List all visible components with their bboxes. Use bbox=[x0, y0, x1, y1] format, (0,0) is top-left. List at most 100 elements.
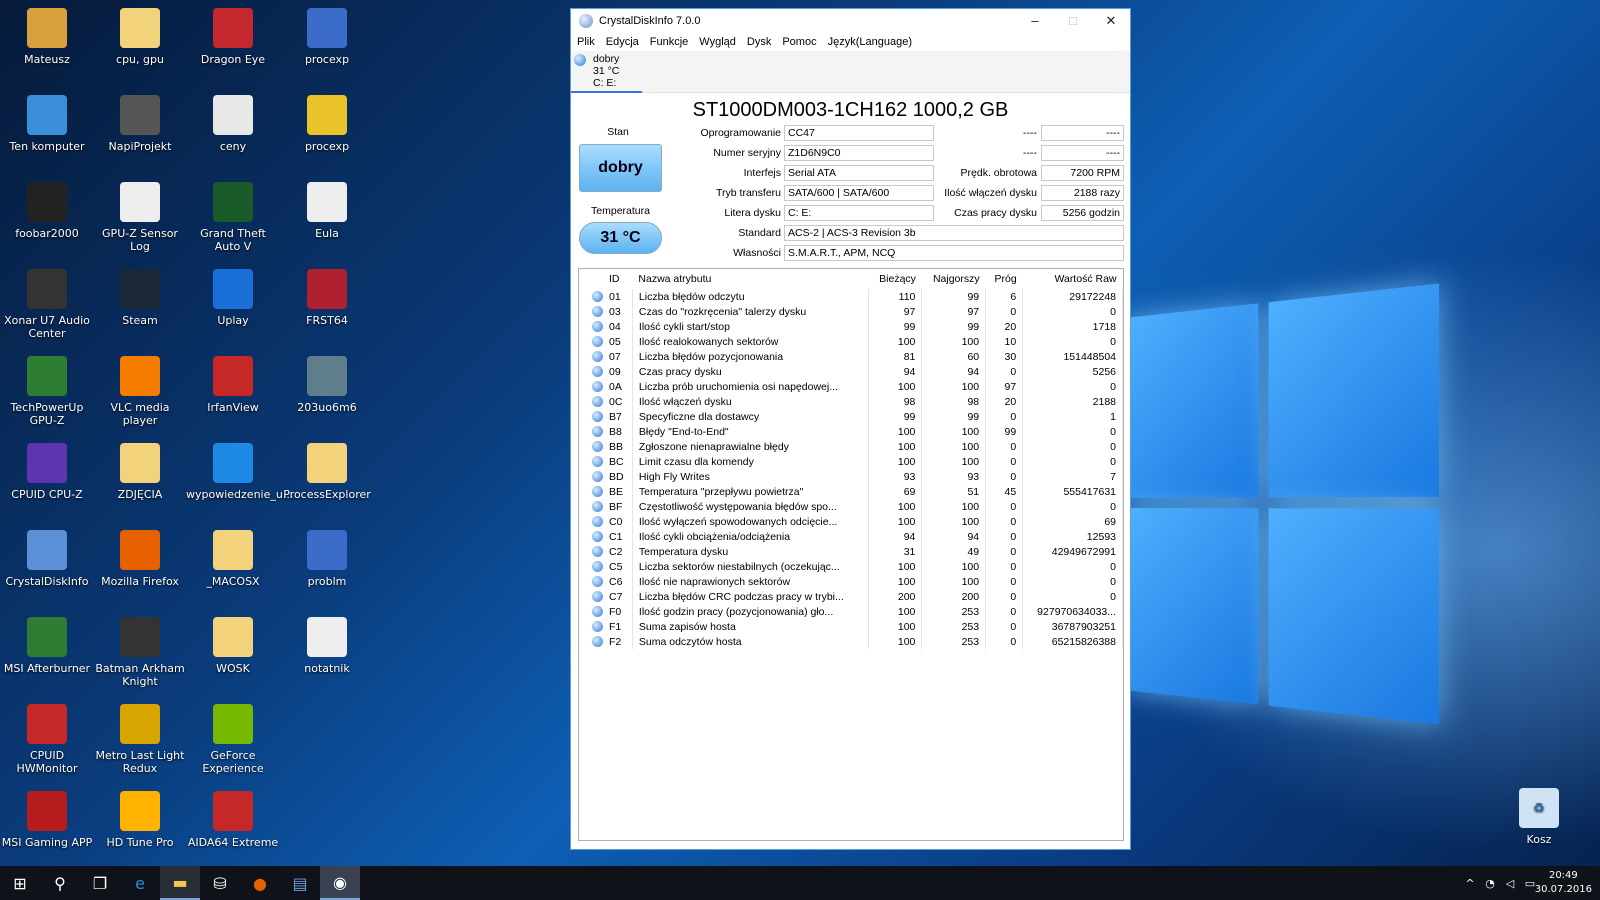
network-icon[interactable]: ◔ bbox=[1480, 866, 1500, 900]
tray-clock[interactable]: 20:49 30.07.2016 bbox=[1535, 869, 1592, 897]
disk-tab[interactable]: dobry 31 °C C: E: bbox=[571, 51, 642, 93]
desktop-icon[interactable]: Mozilla Firefox bbox=[93, 530, 187, 588]
desktop-icon[interactable]: Uplay bbox=[186, 269, 280, 327]
desktop-icon[interactable]: FRST64 bbox=[280, 269, 374, 327]
smart-row[interactable]: F1 Suma zapisów hosta 100 253 0 36787903251 bbox=[579, 619, 1123, 634]
firefox-icon[interactable]: ● bbox=[240, 866, 280, 900]
menu-item[interactable]: Dysk bbox=[747, 36, 771, 48]
menu-item[interactable]: Język(Language) bbox=[828, 36, 912, 48]
desktop-icon[interactable]: MSI Gaming APP bbox=[0, 791, 94, 849]
store-icon[interactable]: ⛁ bbox=[200, 866, 240, 900]
col-threshold[interactable]: Próg bbox=[986, 269, 1023, 289]
col-name[interactable]: Nazwa atrybutu bbox=[632, 269, 869, 289]
smart-row[interactable]: BC Limit czasu dla komendy 100 100 0 0 bbox=[579, 454, 1123, 469]
smart-table[interactable]: ID Nazwa atrybutu Bieżący Najgorszy Próg… bbox=[578, 268, 1124, 841]
desktop-icon[interactable]: ceny bbox=[186, 95, 280, 153]
col-current[interactable]: Bieżący bbox=[869, 269, 922, 289]
smart-row[interactable]: 0A Liczba prób uruchomienia osi napędowej… bbox=[579, 379, 1123, 394]
desktop-icon[interactable]: Ten komputer bbox=[0, 95, 94, 153]
tray-chevron-icon[interactable]: ^ bbox=[1460, 866, 1480, 900]
desktop-icon[interactable]: cpu, gpu bbox=[93, 8, 187, 66]
desktop-icon[interactable]: CPUID HWMonitor bbox=[0, 704, 94, 775]
desktop-icon[interactable]: GeForce Experience bbox=[186, 704, 280, 775]
crystaldiskinfo-taskbar-icon[interactable]: ◉ bbox=[320, 866, 360, 900]
health-status-button[interactable]: dobry bbox=[579, 144, 662, 192]
temperature-button[interactable]: 31 °C bbox=[579, 222, 662, 254]
desktop-icon[interactable]: foobar2000 bbox=[0, 182, 94, 240]
desktop-icon[interactable]: wypowiedzenie_u... bbox=[186, 443, 280, 501]
smart-row[interactable]: 01 Liczba błędów odczytu 110 99 6 29172248 bbox=[579, 289, 1123, 304]
smart-row[interactable]: BE Temperatura "przepływu powietrza" 69 51 4… bbox=[579, 484, 1123, 499]
col-raw[interactable]: Wartość Raw bbox=[1023, 269, 1123, 289]
crystaldiskinfo-window[interactable]: CrystalDiskInfo 7.0.0 – □ ✕ Plik Edycja Fu… bbox=[570, 8, 1131, 850]
desktop-icon[interactable]: Xonar U7 Audio Center bbox=[0, 269, 94, 340]
desktop-icon[interactable]: MSI Afterburner bbox=[0, 617, 94, 675]
smart-row[interactable]: 05 Ilość realokowanych sektorów 100 100 10 0 bbox=[579, 334, 1123, 349]
desktop-icon[interactable]: _MACOSX bbox=[186, 530, 280, 588]
search-icon[interactable]: ⚲ bbox=[40, 866, 80, 900]
smart-row[interactable]: 07 Liczba błędów pozycjonowania 81 60 30 1514… bbox=[579, 349, 1123, 364]
smart-row[interactable]: F0 Ilość godzin pracy (pozycjonowania) gł… bbox=[579, 604, 1123, 619]
notifications-icon[interactable]: ▭ bbox=[1520, 866, 1540, 900]
smart-row[interactable]: BF Częstotliwość występowania błędów spo.… bbox=[579, 499, 1123, 514]
desktop-icon[interactable]: Dragon Eye bbox=[186, 8, 280, 66]
task-view-icon[interactable]: ❐ bbox=[80, 866, 120, 900]
desktop-icon[interactable]: problm bbox=[280, 530, 374, 588]
title-bar[interactable]: CrystalDiskInfo 7.0.0 – □ ✕ bbox=[571, 9, 1130, 33]
desktop-icon[interactable]: IrfanView bbox=[186, 356, 280, 414]
maximize-button[interactable]: □ bbox=[1054, 9, 1092, 33]
desktop-icon[interactable]: procexp bbox=[280, 8, 374, 66]
smart-row[interactable]: C6 Ilość nie naprawionych sektorów 100 100 0… bbox=[579, 574, 1123, 589]
smart-row[interactable]: C1 Ilość cykli obciążenia/odciążenia 94 94 0… bbox=[579, 529, 1123, 544]
desktop-icon[interactable]: WOSK bbox=[186, 617, 280, 675]
desktop-icon[interactable]: CPUID CPU-Z bbox=[0, 443, 94, 501]
start-button[interactable]: ⊞ bbox=[0, 866, 40, 900]
volume-icon[interactable]: ◁ bbox=[1500, 866, 1520, 900]
menu-item[interactable]: Funkcje bbox=[650, 36, 689, 48]
desktop-icon[interactable]: AIDA64 Extreme bbox=[186, 791, 280, 849]
desktop-icon[interactable]: Eula bbox=[280, 182, 374, 240]
notepad-taskbar-icon[interactable]: ▤ bbox=[280, 866, 320, 900]
smart-row[interactable]: 0C Ilość włączeń dysku 98 98 20 2188 bbox=[579, 394, 1123, 409]
desktop-icon[interactable]: procexp bbox=[280, 95, 374, 153]
smart-row[interactable]: C7 Liczba błędów CRC podczas pracy w tryb… bbox=[579, 589, 1123, 604]
desktop-icon[interactable]: HD Tune Pro bbox=[93, 791, 187, 849]
smart-row[interactable]: 03 Czas do "rozkręcenia" talerzy dysku 97 9… bbox=[579, 304, 1123, 319]
desktop-icon[interactable]: Mateusz bbox=[0, 8, 94, 66]
menu-item[interactable]: Pomoc bbox=[782, 36, 816, 48]
menu-item[interactable]: Wygląd bbox=[699, 36, 736, 48]
menu-item[interactable]: Edycja bbox=[606, 36, 639, 48]
edge-icon[interactable]: e bbox=[120, 866, 160, 900]
menu-item[interactable]: Plik bbox=[577, 36, 595, 48]
smart-row[interactable]: F2 Suma odczytów hosta 100 253 0 65215826388 bbox=[579, 634, 1123, 649]
smart-row[interactable]: B7 Specyficzne dla dostawcy 99 99 0 1 bbox=[579, 409, 1123, 424]
desktop-icon[interactable]: VLC media player bbox=[93, 356, 187, 427]
desktop-icon[interactable]: ZDJĘCIA bbox=[93, 443, 187, 501]
smart-row[interactable]: 04 Ilość cykli start/stop 99 99 20 1718 bbox=[579, 319, 1123, 334]
smart-row[interactable]: B8 Błędy "End-to-End" 100 100 99 0 bbox=[579, 424, 1123, 439]
desktop-icon[interactable]: ProcessExplorer bbox=[280, 443, 374, 501]
desktop-icon[interactable]: CrystalDiskInfo bbox=[0, 530, 94, 588]
smart-row[interactable]: C5 Liczba sektorów niestabilnych (oczekuj… bbox=[579, 559, 1123, 574]
smart-row[interactable]: C0 Ilość wyłączeń spowodowanych odcięcie.… bbox=[579, 514, 1123, 529]
desktop-icon[interactable]: notatnik bbox=[280, 617, 374, 675]
recycle-bin-icon[interactable]: ♻ Kosz bbox=[1492, 788, 1586, 846]
smart-row[interactable]: BB Zgłoszone nienaprawialne błędy 100 100 0 0 bbox=[579, 439, 1123, 454]
explorer-icon[interactable]: ▬ bbox=[160, 866, 200, 900]
col-id[interactable]: ID bbox=[603, 269, 632, 289]
desktop-icon[interactable]: GPU-Z Sensor Log bbox=[93, 182, 187, 253]
smart-row[interactable]: BD High Fly Writes 93 93 0 7 bbox=[579, 469, 1123, 484]
smart-row[interactable]: 09 Czas pracy dysku 94 94 0 5256 bbox=[579, 364, 1123, 379]
desktop-icon[interactable]: Steam bbox=[93, 269, 187, 327]
smart-row[interactable]: C2 Temperatura dysku 31 49 0 42949672991 bbox=[579, 544, 1123, 559]
minimize-button[interactable]: – bbox=[1016, 9, 1054, 33]
desktop-icon[interactable]: Grand Theft Auto V bbox=[186, 182, 280, 253]
desktop-icon[interactable]: Batman Arkham Knight bbox=[93, 617, 187, 688]
unknown2-field: ---- bbox=[1041, 145, 1124, 161]
desktop-icon[interactable]: Metro Last Light Redux bbox=[93, 704, 187, 775]
desktop-icon[interactable]: TechPowerUp GPU-Z bbox=[0, 356, 94, 427]
desktop-icon[interactable]: 203uo6m6 bbox=[280, 356, 374, 414]
col-worst[interactable]: Najgorszy bbox=[922, 269, 986, 289]
desktop-icon[interactable]: NapiProjekt bbox=[93, 95, 187, 153]
close-button[interactable]: ✕ bbox=[1092, 9, 1130, 33]
